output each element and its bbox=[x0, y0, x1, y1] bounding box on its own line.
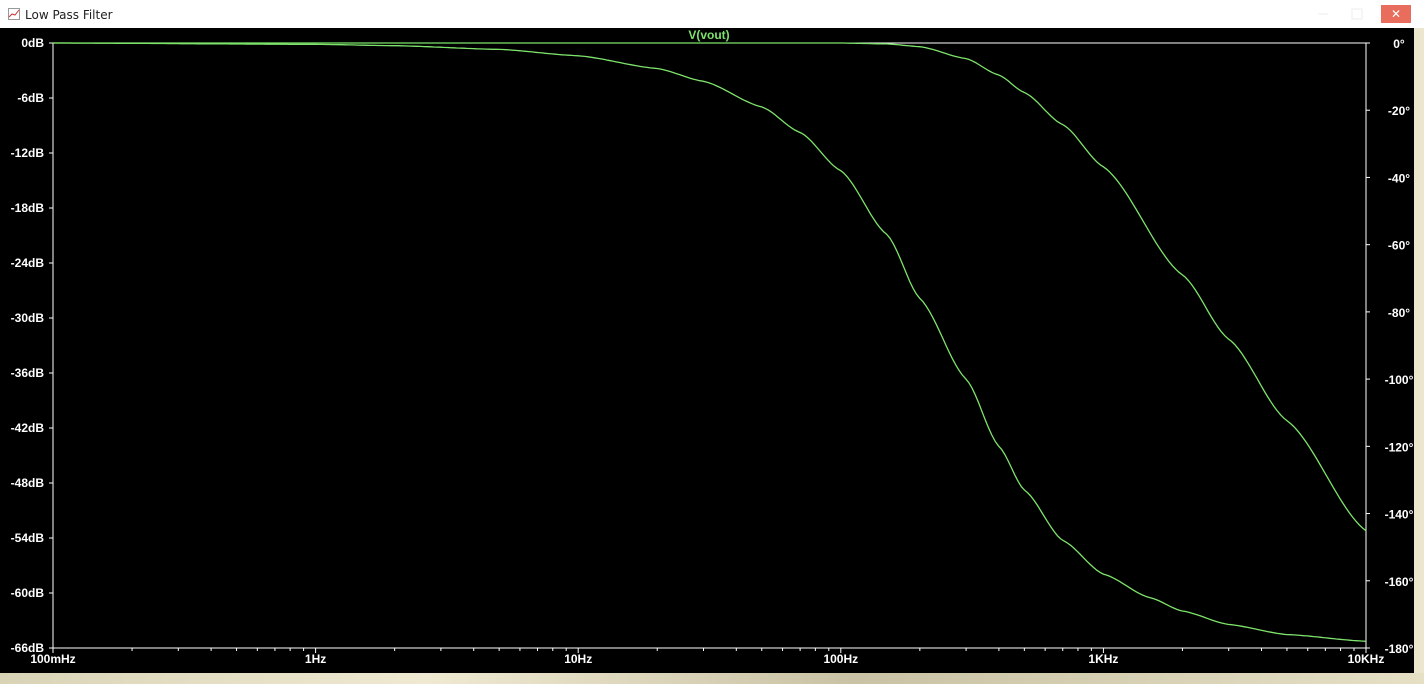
magnitude-trace[interactable] bbox=[53, 42, 1367, 532]
y-left-tick-label: -30dB bbox=[11, 311, 45, 325]
x-tick-label: 10Hz bbox=[564, 652, 592, 666]
y-left-tick-label: -18dB bbox=[11, 201, 45, 215]
maximize-button[interactable] bbox=[1344, 5, 1370, 23]
maximize-icon bbox=[1351, 8, 1363, 20]
y-right-tick-label: -40° bbox=[1388, 171, 1410, 185]
close-button[interactable]: ✕ bbox=[1381, 5, 1411, 23]
close-icon: ✕ bbox=[1390, 7, 1402, 21]
y-left-tick-label: -48dB bbox=[11, 476, 45, 490]
plot-frame bbox=[52, 42, 1367, 649]
x-tick-label: 100mHz bbox=[30, 652, 75, 666]
y-right-tick-label: -140° bbox=[1385, 508, 1414, 522]
y-right-tick-label: -60° bbox=[1388, 239, 1410, 253]
ltspice-waveform-icon bbox=[8, 8, 20, 20]
window-title: Low Pass Filter bbox=[25, 8, 113, 22]
minimize-icon bbox=[1318, 13, 1328, 15]
y-right-tick-label: -80° bbox=[1388, 306, 1410, 320]
bode-plot[interactable]: 0dB -6dB -12dB -18dB -24dB -30dB -36dB -42dB -48… bbox=[0, 28, 1414, 673]
y-right-tick-label: -120° bbox=[1385, 440, 1414, 454]
window-edge bbox=[1414, 28, 1424, 673]
desktop-background bbox=[0, 673, 1424, 684]
y-left-tick-label: -6dB bbox=[17, 91, 44, 105]
y-left-tick-label: -24dB bbox=[11, 256, 45, 270]
y-right-tick-label: -20° bbox=[1388, 104, 1410, 118]
y-left-tick-label: 0dB bbox=[21, 36, 44, 50]
y-left-tick-label: -42dB bbox=[11, 421, 45, 435]
x-tick-label: 1Hz bbox=[305, 652, 326, 666]
y-left-tick-label: -36dB bbox=[11, 366, 45, 380]
title-bar: Low Pass Filter ✕ bbox=[0, 0, 1424, 28]
x-tick-label: 10KHz bbox=[1348, 652, 1385, 666]
y-left-tick-label: -54dB bbox=[11, 531, 45, 545]
y-right-tick-label: -160° bbox=[1385, 575, 1414, 589]
y-right-tick-label: -180° bbox=[1385, 642, 1414, 656]
waveform-plot-pane[interactable]: 0dB -6dB -12dB -18dB -24dB -30dB -36dB -42dB -48… bbox=[0, 28, 1424, 673]
trace-title[interactable]: V(vout) bbox=[688, 28, 729, 42]
x-tick-label: 100Hz bbox=[823, 652, 858, 666]
y-right-tick-label: 0° bbox=[1393, 37, 1405, 51]
y-right-tick-label: -100° bbox=[1385, 373, 1414, 387]
x-tick-label: 1KHz bbox=[1088, 652, 1118, 666]
minimize-button[interactable] bbox=[1310, 5, 1336, 23]
y-left-tick-label: -12dB bbox=[11, 146, 45, 160]
phase-trace[interactable] bbox=[53, 42, 1367, 642]
y-left-tick-label: -60dB bbox=[11, 586, 45, 600]
